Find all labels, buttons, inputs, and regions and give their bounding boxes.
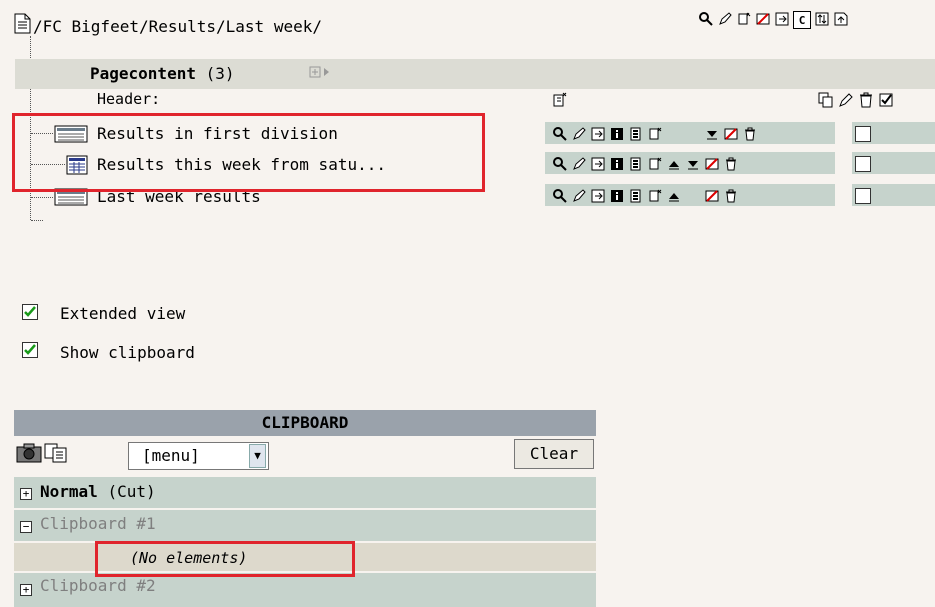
row-checkbox[interactable]: [855, 188, 871, 204]
info-icon[interactable]: [608, 125, 625, 142]
row-tools: [551, 125, 758, 142]
magnifier-icon[interactable]: [551, 155, 568, 172]
info-icon[interactable]: [608, 155, 625, 172]
clear-cache-icon[interactable]: C: [793, 11, 811, 29]
row-spacer: [835, 122, 852, 144]
trash-icon[interactable]: [722, 155, 739, 172]
history-icon[interactable]: [627, 155, 644, 172]
magnifier-icon[interactable]: [698, 11, 714, 27]
page-doc-icon: [14, 13, 31, 34]
pagecontent-label: Pagecontent: [90, 64, 196, 83]
collapse-icon[interactable]: −: [20, 521, 32, 533]
row-checkbox[interactable]: [855, 126, 871, 142]
highlight-box: [12, 113, 485, 192]
pad-name: Clipboard #1: [40, 514, 156, 533]
clipboard-header: CLIPBOARD: [14, 410, 596, 436]
row-checkbox[interactable]: [855, 156, 871, 172]
pad-name: Normal: [40, 482, 98, 501]
header-tools: [818, 92, 894, 108]
move-down-icon[interactable]: [684, 155, 701, 172]
expand-icon[interactable]: +: [20, 488, 32, 500]
trash-icon[interactable]: [741, 125, 758, 142]
info-icon[interactable]: [608, 187, 625, 204]
new-record-icon[interactable]: [646, 187, 663, 204]
clipboard-toolbar: [14, 436, 596, 474]
blank-space: [684, 125, 701, 142]
new-record-icon[interactable]: [646, 155, 663, 172]
move-icon[interactable]: [774, 11, 790, 27]
pencil-icon[interactable]: [570, 155, 587, 172]
up-level-icon[interactable]: [833, 11, 849, 27]
clipboard-pad-1[interactable]: − Clipboard #1: [14, 510, 596, 541]
clipboard-pad-2[interactable]: + Clipboard #2: [14, 573, 596, 607]
hide-icon[interactable]: [703, 187, 720, 204]
select-all-icon[interactable]: [878, 92, 894, 108]
new-record-icon[interactable]: [736, 11, 752, 27]
pad-label: Normal (Cut): [40, 482, 156, 501]
move-icon[interactable]: [589, 125, 606, 142]
clear-button[interactable]: Clear: [514, 439, 594, 469]
tree-line: [31, 197, 53, 198]
no-edit-icon[interactable]: [755, 11, 771, 27]
hide-icon[interactable]: [722, 125, 739, 142]
pagecontent-header-bar-right: [545, 59, 935, 89]
pad-name: Clipboard #2: [40, 576, 156, 595]
blank-space: [665, 125, 682, 142]
row-spacer: [835, 184, 852, 206]
move-up-icon[interactable]: [665, 187, 682, 204]
move-icon[interactable]: [589, 155, 606, 172]
chevron-down-icon[interactable]: ▼: [249, 444, 266, 468]
expand-icon[interactable]: +: [20, 584, 32, 596]
row-tools: [551, 187, 739, 204]
history-icon[interactable]: [627, 187, 644, 204]
extended-view-label: Extended view: [60, 304, 186, 323]
header-column-label: Header:: [97, 90, 161, 108]
clear-cache-label: C: [798, 13, 806, 27]
move-down-icon[interactable]: [703, 125, 720, 142]
move-icon[interactable]: [589, 187, 606, 204]
trash-icon[interactable]: [858, 92, 874, 108]
pencil-icon[interactable]: [717, 11, 733, 27]
top-toolbar: C: [698, 11, 849, 29]
camera-icon[interactable]: [16, 443, 42, 463]
row-spacer: [835, 152, 852, 174]
pagecontent-title: Pagecontent (3): [90, 64, 235, 83]
highlight-box: [95, 541, 355, 577]
pencil-icon[interactable]: [838, 92, 854, 108]
tree-line: [31, 220, 43, 221]
clipboard-menu-value: [menu]: [142, 446, 200, 465]
page-path: /FC Bigfeet/Results/Last week/: [33, 17, 322, 36]
move-up-icon[interactable]: [665, 155, 682, 172]
new-record-icon[interactable]: [552, 92, 568, 108]
history-icon[interactable]: [627, 125, 644, 142]
trash-icon[interactable]: [722, 187, 739, 204]
clipboard-pad-normal[interactable]: + Normal (Cut): [14, 477, 596, 508]
new-record-icon[interactable]: [646, 125, 663, 142]
hide-icon[interactable]: [703, 155, 720, 172]
paste-icon[interactable]: [44, 443, 68, 463]
pad-suffix: (Cut): [107, 482, 156, 501]
pagecontent-count: (3): [205, 64, 235, 83]
expand-columns-icon[interactable]: [309, 66, 331, 79]
pencil-icon[interactable]: [570, 187, 587, 204]
show-clipboard-label: Show clipboard: [60, 343, 195, 362]
copy-icon[interactable]: [818, 92, 834, 108]
extended-view-checkbox[interactable]: [22, 304, 38, 320]
magnifier-icon[interactable]: [551, 125, 568, 142]
row-tools: [551, 155, 739, 172]
pencil-icon[interactable]: [570, 125, 587, 142]
magnifier-icon[interactable]: [551, 187, 568, 204]
blank-space: [684, 187, 701, 204]
show-clipboard-checkbox[interactable]: [22, 342, 38, 358]
refresh-icon[interactable]: [814, 11, 830, 27]
